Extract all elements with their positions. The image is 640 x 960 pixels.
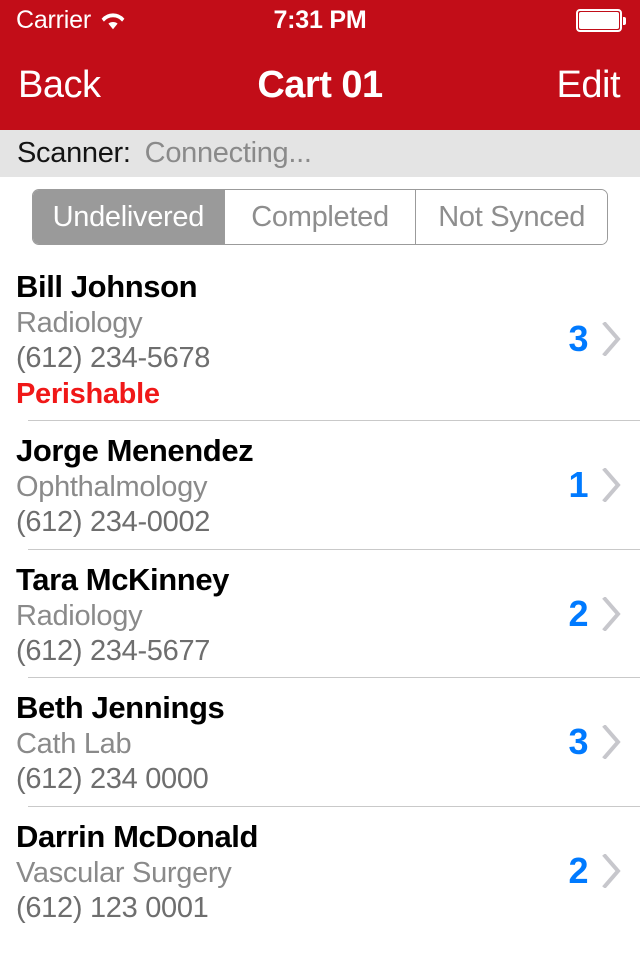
row-text-block: Darrin McDonald Vascular Surgery (612) 1…	[16, 819, 562, 926]
recipient-phone: (612) 234-0002	[16, 506, 211, 539]
table-row[interactable]: Beth Jennings Cath Lab (612) 234 0000 3	[0, 678, 640, 807]
item-count: 3	[568, 318, 588, 360]
recipient-name: Darrin McDonald	[16, 818, 259, 854]
recipient-department: Cath Lab	[16, 728, 132, 761]
recipient-department: Vascular Surgery	[16, 856, 232, 889]
row-text-block: Tara McKinney Radiology (612) 234-5677	[16, 562, 562, 669]
chevron-right-icon[interactable]	[602, 725, 622, 760]
page-title: Cart 01	[257, 63, 383, 106]
edit-button[interactable]: Edit	[557, 40, 621, 130]
scanner-status-bar: Scanner: Connecting...	[0, 130, 640, 177]
delivery-list: Bill Johnson Radiology (612) 234-5678 Pe…	[0, 257, 640, 936]
table-row[interactable]: Jorge Menendez Ophthalmology (612) 234-0…	[0, 421, 640, 550]
scanner-label: Scanner:	[17, 137, 131, 169]
row-accessory: 2	[562, 593, 622, 637]
row-text-block: Beth Jennings Cath Lab (612) 234 0000	[16, 690, 562, 797]
recipient-phone: (612) 123 0001	[16, 891, 209, 924]
table-row[interactable]: Darrin McDonald Vascular Surgery (612) 1…	[0, 807, 640, 936]
recipient-name: Bill Johnson	[16, 269, 198, 304]
item-count: 2	[568, 592, 588, 634]
item-count: 1	[568, 464, 588, 506]
recipient-name: Jorge Menendez	[16, 433, 254, 469]
segment-not-synced[interactable]: Not Synced	[415, 190, 607, 244]
status-bar-clock: 7:31 PM	[273, 5, 367, 34]
row-accessory: 1	[562, 464, 622, 508]
item-count: 3	[568, 721, 588, 763]
segment-completed[interactable]: Completed	[223, 190, 416, 244]
table-row[interactable]: Tara McKinney Radiology (612) 234-5677 2	[0, 550, 640, 679]
status-bar-right	[576, 0, 626, 40]
perishable-badge: Perishable	[16, 377, 160, 410]
segmented-control[interactable]: Undelivered Completed Not Synced	[32, 189, 608, 245]
segmented-control-container: Undelivered Completed Not Synced	[0, 177, 640, 257]
status-bar: Carrier 7:31 PM	[0, 0, 640, 40]
row-accessory: 3	[562, 318, 622, 362]
table-row[interactable]: Bill Johnson Radiology (612) 234-5678 Pe…	[0, 257, 640, 422]
battery-full-icon	[576, 8, 626, 32]
recipient-phone: (612) 234 0000	[16, 763, 209, 796]
recipient-name: Beth Jennings	[16, 690, 225, 726]
app-root: Carrier 7:31 PM Back Cart 01 Edit Scanne…	[0, 0, 640, 960]
scanner-status-text: Connecting...	[144, 137, 312, 169]
item-count: 2	[568, 849, 588, 891]
recipient-phone: (612) 234-5678	[16, 341, 211, 374]
row-text-block: Bill Johnson Radiology (612) 234-5678 Pe…	[16, 269, 562, 411]
navigation-bar: Back Cart 01 Edit	[0, 40, 640, 130]
recipient-department: Ophthalmology	[16, 471, 208, 504]
chevron-right-icon[interactable]	[602, 468, 622, 503]
row-accessory: 2	[562, 850, 622, 894]
row-accessory: 3	[562, 721, 622, 765]
recipient-phone: (612) 234-5677	[16, 634, 211, 667]
chevron-right-icon[interactable]	[602, 853, 622, 888]
row-text-block: Jorge Menendez Ophthalmology (612) 234-0…	[16, 433, 562, 540]
recipient-name: Tara McKinney	[16, 561, 230, 597]
recipient-department: Radiology	[16, 307, 143, 340]
segment-undelivered[interactable]: Undelivered	[33, 190, 224, 244]
recipient-department: Radiology	[16, 599, 143, 632]
chevron-right-icon[interactable]	[602, 322, 622, 357]
chevron-right-icon[interactable]	[602, 596, 622, 631]
